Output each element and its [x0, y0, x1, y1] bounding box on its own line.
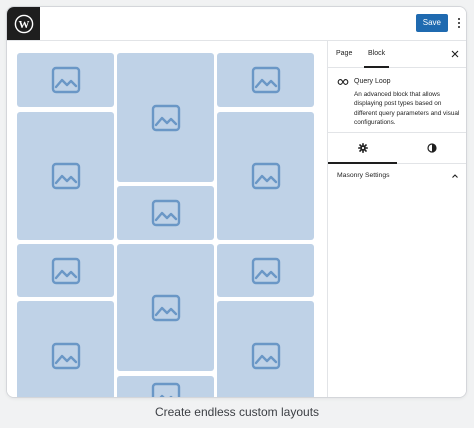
- image-placeholder-tile[interactable]: [117, 53, 214, 182]
- masonry-settings-panel[interactable]: Masonry Settings: [328, 164, 466, 188]
- image-placeholder-tile[interactable]: [17, 301, 114, 397]
- image-icon: [151, 199, 180, 227]
- wordpress-logo-icon[interactable]: W: [7, 7, 40, 40]
- image-placeholder-tile[interactable]: [217, 53, 314, 107]
- save-button[interactable]: Save: [415, 14, 448, 32]
- image-placeholder-tile[interactable]: [217, 244, 314, 297]
- editor-window: W Save Page Block Query Loop An advanced…: [6, 6, 467, 398]
- image-icon: [51, 257, 80, 284]
- tab-block[interactable]: Block: [360, 41, 393, 68]
- sidebar-tabs: Page Block: [328, 41, 466, 68]
- panel-title: Masonry Settings: [337, 172, 390, 179]
- tab-settings[interactable]: [328, 133, 397, 164]
- close-icon[interactable]: [449, 48, 461, 60]
- image-icon: [251, 66, 280, 94]
- contrast-icon: [426, 143, 437, 153]
- image-icon: [151, 294, 180, 321]
- image-icon: [51, 342, 80, 370]
- settings-sidebar: Page Block Query Loop An advanced block …: [327, 41, 466, 397]
- svg-text:W: W: [18, 19, 29, 31]
- image-icon: [251, 257, 280, 284]
- more-options-icon[interactable]: [455, 16, 463, 30]
- image-placeholder-tile[interactable]: [217, 112, 314, 240]
- image-placeholder-tile[interactable]: [117, 376, 214, 397]
- image-placeholder-tile[interactable]: [17, 244, 114, 297]
- image-icon: [151, 382, 180, 397]
- editor-topbar: W Save: [7, 7, 466, 41]
- image-icon: [51, 66, 80, 94]
- block-description: An advanced block that allows displaying…: [354, 91, 460, 127]
- gear-icon: [357, 143, 368, 153]
- image-icon: [151, 104, 180, 131]
- image-icon: [51, 162, 80, 190]
- chevron-up-icon[interactable]: [451, 172, 459, 180]
- block-settings-tabs: [328, 133, 466, 164]
- tab-styles[interactable]: [397, 133, 466, 163]
- masonry-grid-canvas: [7, 41, 327, 397]
- image-placeholder-tile[interactable]: [217, 301, 314, 397]
- image-icon: [251, 162, 280, 190]
- image-icon: [251, 342, 280, 370]
- image-placeholder-tile[interactable]: [17, 53, 114, 107]
- block-card: Query Loop An advanced block that allows…: [328, 68, 466, 133]
- tab-page[interactable]: Page: [328, 41, 360, 67]
- image-placeholder-tile[interactable]: [17, 112, 114, 240]
- query-loop-icon: [337, 79, 349, 85]
- block-title: Query Loop: [354, 78, 391, 85]
- image-placeholder-tile[interactable]: [117, 244, 214, 371]
- image-placeholder-tile[interactable]: [117, 186, 214, 240]
- caption: Create endless custom layouts: [154, 405, 320, 419]
